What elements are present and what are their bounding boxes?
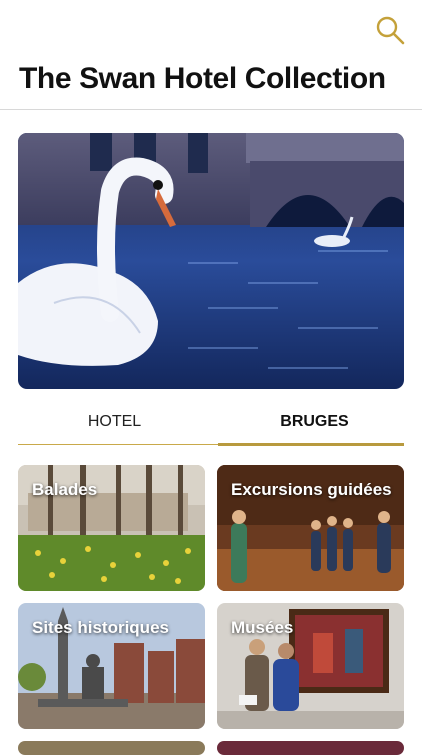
tab-hotel[interactable]: HOTEL <box>18 405 211 447</box>
search-icon <box>376 16 405 45</box>
card-label: Excursions guidées <box>231 480 392 499</box>
active-tab-indicator <box>218 443 404 446</box>
header-divider <box>0 109 422 110</box>
card-sites-historiques[interactable]: Sites historiques <box>18 603 205 729</box>
card-partial-right[interactable] <box>217 741 404 755</box>
tab-bruges[interactable]: BRUGES <box>218 405 411 447</box>
card-label: Balades <box>32 480 98 499</box>
card-label: Musées <box>231 618 294 637</box>
card-excursions-guidees[interactable]: Excursions guidées <box>217 465 404 591</box>
page-title: The Swan Hotel Collection <box>19 62 386 95</box>
card-balades[interactable]: Balades <box>18 465 205 591</box>
card-musees[interactable]: Musées <box>217 603 404 729</box>
card-partial-left[interactable] <box>18 741 205 755</box>
search-button[interactable] <box>373 12 409 48</box>
hero-image <box>18 133 404 389</box>
tab-bar: HOTEL BRUGES <box>18 405 404 447</box>
card-label: Sites historiques <box>32 618 169 637</box>
